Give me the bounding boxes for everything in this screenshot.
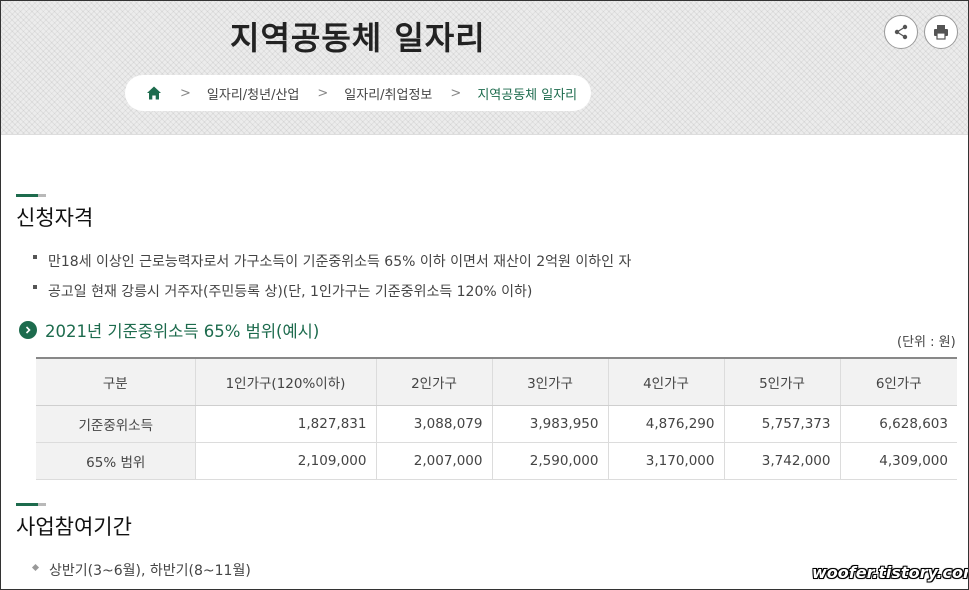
table-cell: 5,757,373 xyxy=(723,405,840,443)
breadcrumb-item-employment-info[interactable]: 일자리/취업정보 xyxy=(344,84,432,103)
print-button[interactable] xyxy=(924,15,958,49)
table-row: 기준중위소득 1,827,831 3,088,079 3,983,950 4,8… xyxy=(36,405,957,443)
table-header-row: 구분 1인가구(120%이하) 2인가구 3인가구 4인가구 5인가구 6인가구 xyxy=(36,358,957,406)
page-header-banner: 지역공동체 일자리 > 일자리/청년/산업 > 일자리/취업정보 > 지역공동체… xyxy=(1,1,968,135)
eligibility-text: 만18세 이상인 근로능력자로서 가구소득이 기준중위소득 65% 이하 이면서… xyxy=(48,254,632,270)
list-item: 공고일 현재 강릉시 거주자(주민등록 상)(단, 1인가구는 기준중위소득 1… xyxy=(33,281,532,301)
breadcrumb-separator: > xyxy=(450,85,462,101)
table-row: 65% 범위 2,109,000 2,007,000 2,590,000 3,1… xyxy=(36,442,957,480)
column-header: 2인가구 xyxy=(375,358,492,406)
income-table: 구분 1인가구(120%이하) 2인가구 3인가구 4인가구 5인가구 6인가구… xyxy=(36,357,957,480)
bullet-icon xyxy=(31,563,40,571)
column-header: 1인가구(120%이하) xyxy=(194,358,376,406)
column-header: 3인가구 xyxy=(491,358,608,406)
bullet-icon xyxy=(33,255,37,259)
list-item: 상반기(3~6월), 하반기(8~11월) xyxy=(31,560,251,580)
bullet-icon xyxy=(33,285,37,289)
table-cell: 4,876,290 xyxy=(607,405,724,443)
print-icon xyxy=(934,25,948,40)
table-cell: 3,170,000 xyxy=(607,442,724,480)
column-header: 5인가구 xyxy=(723,358,840,406)
table-cell: 3,983,950 xyxy=(491,405,608,443)
chevron-right-circle-icon xyxy=(19,321,37,339)
table-cell: 1,827,831 xyxy=(194,405,376,443)
period-text: 상반기(3~6월), 하반기(8~11월) xyxy=(49,563,251,579)
breadcrumb-item-jobs[interactable]: 일자리/청년/산업 xyxy=(207,84,299,103)
column-header: 4인가구 xyxy=(607,358,724,406)
breadcrumb: > 일자리/청년/산업 > 일자리/취업정보 > 지역공동체 일자리 xyxy=(125,75,591,111)
income-table-heading: 2021년 기준중위소득 65% 범위(예시) xyxy=(19,318,319,342)
section-title-bar xyxy=(16,194,46,197)
column-header: 6인가구 xyxy=(839,358,957,406)
table-cell: 3,742,000 xyxy=(723,442,840,480)
table-cell: 4,309,000 xyxy=(839,442,957,480)
column-header: 구분 xyxy=(36,358,195,406)
table-cell: 2,109,000 xyxy=(194,442,376,480)
table-cell: 2,007,000 xyxy=(375,442,492,480)
breadcrumb-separator: > xyxy=(180,85,191,101)
share-button[interactable] xyxy=(884,15,918,49)
list-item: 만18세 이상인 근로능력자로서 가구소득이 기준중위소득 65% 이하 이면서… xyxy=(33,251,631,271)
eligibility-text: 공고일 현재 강릉시 거주자(주민등록 상)(단, 1인가구는 기준중위소득 1… xyxy=(48,284,533,300)
table-cell: 3,088,079 xyxy=(375,405,492,443)
table-cell: 6,628,603 xyxy=(839,405,957,443)
unit-label: (단위 : 원) xyxy=(897,335,956,350)
section-title-bar xyxy=(16,503,46,506)
page-title: 지역공동체 일자리 xyxy=(230,19,486,57)
table-cell: 2,590,000 xyxy=(491,442,608,480)
income-table-title: 2021년 기준중위소득 65% 범위(예시) xyxy=(45,322,320,341)
row-header: 65% 범위 xyxy=(36,442,195,480)
share-icon xyxy=(894,24,908,40)
section-title-eligibility: 신청자격 xyxy=(16,206,94,230)
row-header: 기준중위소득 xyxy=(36,405,195,443)
breadcrumb-item-current[interactable]: 지역공동체 일자리 xyxy=(477,84,577,103)
section-title-period: 사업참여기간 xyxy=(16,515,132,539)
home-icon[interactable] xyxy=(146,85,162,101)
watermark: woofer.tistory.com xyxy=(812,563,969,582)
breadcrumb-separator: > xyxy=(317,85,329,101)
